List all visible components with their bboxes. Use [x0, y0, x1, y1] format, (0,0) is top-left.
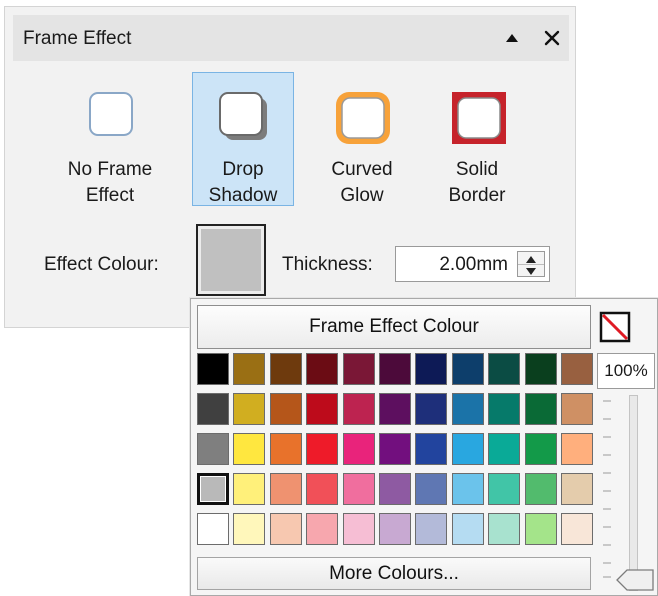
effect-colour-button[interactable] [196, 224, 266, 296]
opacity-slider-ticks [603, 400, 611, 578]
drop-shadow-icon [219, 92, 267, 140]
palette-swatch[interactable] [488, 473, 521, 505]
effect-label-no-frame: No Frame Effect [67, 159, 153, 206]
palette-swatch[interactable] [342, 513, 375, 545]
effect-label-solid-border: Solid Border [448, 159, 506, 206]
palette-swatch[interactable] [197, 353, 229, 385]
palette-swatch-selected[interactable] [197, 473, 229, 505]
palette-swatch[interactable] [560, 433, 593, 465]
palette-swatch[interactable] [488, 433, 521, 465]
close-panel-button[interactable] [539, 24, 565, 52]
palette-swatch[interactable] [451, 393, 484, 425]
palette-swatch[interactable] [378, 513, 411, 545]
palette-swatch[interactable] [269, 433, 302, 465]
thickness-input[interactable]: 2.00mm [395, 246, 550, 282]
curved-glow-icon [336, 92, 390, 144]
palette-swatch[interactable] [415, 473, 448, 505]
palette-swatch[interactable] [524, 473, 557, 505]
thickness-decrement-button[interactable] [518, 264, 544, 276]
panel-header: Frame Effect [13, 15, 569, 61]
no-colour-button[interactable] [599, 311, 631, 343]
collapse-panel-button[interactable] [501, 27, 523, 49]
no-colour-icon [599, 311, 631, 343]
palette-swatch[interactable] [306, 473, 339, 505]
palette-swatch[interactable] [488, 513, 521, 545]
palette-swatch[interactable] [269, 393, 302, 425]
palette-swatch[interactable] [306, 393, 339, 425]
palette-swatch[interactable] [488, 393, 521, 425]
effect-colour-swatch [201, 229, 261, 291]
opacity-slider[interactable] [629, 395, 638, 591]
palette-swatch[interactable] [197, 393, 229, 425]
palette-swatch[interactable] [233, 513, 266, 545]
effect-option-drop-shadow[interactable]: Drop Shadow [192, 72, 294, 206]
no-frame-effect-icon [89, 92, 133, 136]
opacity-field[interactable]: 100% [597, 353, 655, 389]
palette-swatch[interactable] [233, 353, 266, 385]
palette-swatch[interactable] [524, 353, 557, 385]
colour-palette [197, 353, 593, 545]
palette-swatch[interactable] [451, 513, 484, 545]
palette-swatch[interactable] [524, 513, 557, 545]
palette-swatch[interactable] [415, 353, 448, 385]
palette-swatch[interactable] [378, 473, 411, 505]
palette-swatch[interactable] [524, 393, 557, 425]
palette-swatch[interactable] [378, 433, 411, 465]
palette-swatch[interactable] [269, 513, 302, 545]
solid-border-icon [452, 92, 506, 144]
palette-swatch[interactable] [306, 433, 339, 465]
colour-picker-popup: Frame Effect Colour 100% More Colours... [190, 298, 658, 596]
palette-swatch[interactable] [378, 353, 411, 385]
thickness-spinner [517, 251, 545, 277]
effect-option-solid-border[interactable]: Solid Border [428, 72, 526, 206]
palette-swatch[interactable] [269, 473, 302, 505]
effect-colour-label: Effect Colour: [44, 254, 159, 275]
palette-swatch[interactable] [269, 353, 302, 385]
thickness-value: 2.00mm [439, 254, 508, 275]
effect-label-curved-glow: Curved Glow [331, 159, 393, 206]
palette-swatch[interactable] [378, 393, 411, 425]
palette-swatch[interactable] [342, 353, 375, 385]
palette-swatch[interactable] [233, 393, 266, 425]
palette-swatch[interactable] [415, 433, 448, 465]
palette-swatch[interactable] [306, 353, 339, 385]
spin-down-icon [526, 268, 536, 275]
palette-swatch[interactable] [560, 393, 593, 425]
palette-swatch[interactable] [451, 473, 484, 505]
palette-swatch[interactable] [233, 433, 266, 465]
palette-swatch[interactable] [342, 393, 375, 425]
palette-swatch[interactable] [451, 433, 484, 465]
panel-title: Frame Effect [23, 28, 132, 49]
frame-effect-colour-button[interactable]: Frame Effect Colour [197, 305, 591, 349]
palette-swatch[interactable] [342, 433, 375, 465]
effect-label-drop-shadow: Drop Shadow [208, 159, 278, 206]
palette-swatch[interactable] [415, 393, 448, 425]
effect-option-curved-glow[interactable]: Curved Glow [312, 72, 412, 206]
palette-swatch[interactable] [560, 513, 593, 545]
opacity-slider-thumb[interactable] [615, 567, 655, 593]
palette-swatch[interactable] [197, 513, 229, 545]
palette-swatch[interactable] [451, 353, 484, 385]
palette-swatch[interactable] [415, 513, 448, 545]
palette-swatch[interactable] [560, 473, 593, 505]
effect-option-no-frame[interactable]: No Frame Effect [52, 72, 168, 206]
palette-swatch[interactable] [560, 353, 593, 385]
palette-swatch[interactable] [233, 473, 266, 505]
thickness-label: Thickness: [282, 254, 373, 275]
palette-swatch[interactable] [197, 433, 229, 465]
close-icon [544, 30, 560, 46]
more-colours-button[interactable]: More Colours... [197, 557, 591, 590]
palette-swatch[interactable] [342, 473, 375, 505]
triangle-up-icon [506, 34, 518, 42]
palette-swatch[interactable] [524, 433, 557, 465]
palette-swatch[interactable] [306, 513, 339, 545]
palette-swatch[interactable] [488, 353, 521, 385]
